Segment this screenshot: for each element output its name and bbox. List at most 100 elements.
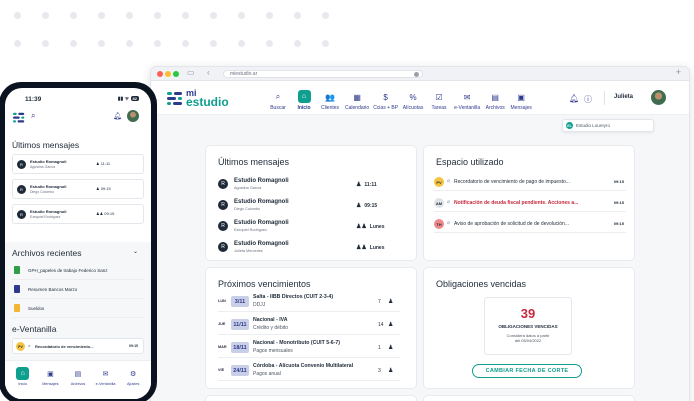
message-contact: Ezequiel Rodriguez: [234, 228, 267, 232]
file-name: Resumen Bancos Marzo: [28, 287, 78, 292]
nav-item-label: e-Ventanilla: [454, 105, 481, 111]
nav-item-label: Alícuotas: [402, 105, 424, 111]
message-avatar: R: [218, 200, 228, 210]
home-icon: ⌂: [297, 90, 311, 103]
vencimiento-row[interactable]: JUE 11/11 Nacional - IVA Crédito y débito 14…: [218, 315, 400, 335]
proximos-vencimientos-card: Próximos vencimientos LUN 3/11 Salta - IIB…: [205, 267, 417, 389]
notification-badge: PV: [434, 177, 444, 187]
vencimiento-day: VIE: [218, 368, 225, 372]
phone-message-card[interactable]: R Estudio Romagnoli Agustina García ♟ 11:11: [12, 154, 144, 174]
vencimiento-title: Nacional - Monotributo (CUIT 5-6-7): [253, 340, 341, 346]
nav-item-tareas[interactable]: ☑ Tareas: [428, 85, 450, 112]
vencimiento-row[interactable]: VIE 24/11 Córdoba - Alícuota Convenio Mult…: [218, 361, 400, 381]
message-row[interactable]: R Estudio Romagnoli Agustina García ♟ 11:11: [218, 176, 400, 196]
phone-file-row[interactable]: Sueldos: [12, 300, 144, 318]
studio-name: Estudio Loureyro: [576, 123, 611, 128]
decorative-dot: [210, 12, 217, 19]
message-time: Lunes: [369, 224, 385, 230]
phone-message-card[interactable]: R Estudio Romagnoli Diego Colombo ♟ 09:15: [12, 179, 144, 199]
nav-item-archivos[interactable]: ▤ Archivos: [484, 85, 506, 112]
nav-item-al-cuotas[interactable]: % Alícuotas: [402, 85, 424, 112]
nav-item-e-ventanilla[interactable]: ✉ e-Ventanilla: [454, 85, 481, 112]
bell-icon[interactable]: 🔔︎: [113, 112, 122, 120]
phone-clock: 11:39: [25, 96, 42, 103]
message-row[interactable]: R Estudio Romagnoli Ezequiel Rodriguez ♟♟ Lu…: [218, 218, 400, 238]
nav-item-buscar[interactable]: ⌕ Buscar: [267, 85, 289, 111]
vencimiento-count: 14: [378, 322, 384, 328]
phone-message-card[interactable]: R Estudio Romagnoli Ezequiel Rodriguez ♟♟ 0…: [12, 204, 144, 224]
search-icon[interactable]: ⌕: [31, 111, 35, 121]
phone-tab-inicio[interactable]: ⌂ Inicio: [9, 367, 37, 399]
message-time: Lunes: [369, 245, 385, 251]
minimize-window-button[interactable]: [165, 71, 171, 77]
message-time: 09:15: [104, 211, 115, 216]
phone-tab-archivos[interactable]: ▤ Archivos: [64, 367, 92, 399]
vencimiento-row[interactable]: MAR 18/11 Nacional - Monotributo (CUIT 5-6…: [218, 338, 400, 358]
decorative-dot: [238, 12, 245, 19]
nav-item-label: Calendario: [345, 105, 370, 111]
help-icon[interactable]: ⓘ: [584, 94, 592, 105]
message-contact: Ezequiel Rodriguez: [30, 215, 61, 219]
obligaciones-summary: 39 OBLIGACIONES VENCIDAS Considera datos…: [484, 297, 572, 355]
paperclip-icon: ⌀: [447, 220, 451, 226]
sidebar-toggle-icon[interactable]: ▭: [187, 68, 195, 77]
phone-ventanilla-item[interactable]: PV ⌀ Recordatorio de vencimiento... 09:1…: [12, 338, 144, 354]
next-card-peek: [205, 395, 417, 401]
phone-archivos-title: Archivos recientes: [12, 248, 82, 258]
nav-item-clientes[interactable]: 👥 Clientes: [319, 85, 341, 112]
nav-item-mensajes[interactable]: ▣ Mensajes: [510, 85, 532, 112]
phone-file-row[interactable]: GPH_papeles de trabajo Federico Sanz: [12, 262, 144, 280]
message-meta: ♟♟ Lunes: [356, 223, 385, 230]
decorative-dot: [294, 40, 301, 47]
app-logo[interactable]: mi estudio: [167, 89, 229, 108]
notification-row[interactable]: TH ⌀ Aviso de aprobación de solicitud de d…: [434, 215, 626, 233]
decorative-dot: [98, 40, 105, 47]
message-meta: ♟♟ Lunes: [356, 244, 385, 251]
ventanilla-badge: PV: [16, 342, 25, 351]
vencimiento-row[interactable]: LUN 3/11 Salta - IIBB Directos (CUIT 2-3-4…: [218, 292, 400, 312]
message-row[interactable]: R Estudio Romagnoli Diego Colombo ♟ 09:15: [218, 197, 400, 217]
decorative-dot: [182, 12, 189, 19]
user-name[interactable]: Julieta: [614, 94, 633, 100]
notification-row[interactable]: AM ⌀ Notificación de deuda fiscal pendient…: [434, 194, 626, 212]
notification-text: Aviso de aprobación de solicitud de de d…: [454, 221, 569, 227]
reload-icon[interactable]: [414, 72, 419, 77]
decorative-dot: [210, 40, 217, 47]
back-arrow-icon[interactable]: ‹: [207, 68, 210, 77]
obligaciones-vencidas-title: Obligaciones vencidas: [436, 279, 527, 289]
nav-item-ccias-bp[interactable]: $ Ccias + BP: [373, 85, 398, 112]
phone-tab-mensajes[interactable]: ▣ Mensajes: [37, 367, 65, 399]
vencimiento-sub: Crédito y débito: [253, 325, 289, 331]
message-sender: Estudio Romagnoli: [234, 220, 289, 226]
phone-tab-label: Inicio: [18, 382, 28, 386]
phone-tab-bar: ⌂ Inicio ▣ Mensajes ▤ Archivos ✉ e-Ventanilla ⚙ A…: [5, 360, 151, 399]
vencimiento-count: 3: [378, 368, 381, 374]
notification-row[interactable]: PV ⌀ Recordatorio de vencimiento de pago d…: [434, 173, 626, 191]
logo-mark-icon[interactable]: [13, 112, 25, 123]
user-avatar[interactable]: [127, 110, 139, 122]
phone-file-row[interactable]: Resumen Bancos Marzo: [12, 281, 144, 299]
vencimiento-count: 7: [378, 299, 381, 305]
message-contact: Diego Colombo: [234, 207, 261, 211]
nav-item-inicio[interactable]: ⌂ Inicio: [293, 85, 315, 111]
bell-icon[interactable]: 🔔︎: [569, 94, 579, 103]
nav-item-calendario[interactable]: ▦ Calendario: [345, 85, 370, 112]
phone-header: ⌕ 🔔︎: [5, 108, 151, 128]
maximize-window-button[interactable]: [173, 71, 179, 77]
decorative-dot: [322, 40, 329, 47]
message-sender: Estudio Romagnoli: [234, 178, 289, 184]
new-tab-icon[interactable]: +: [676, 67, 681, 77]
close-window-button[interactable]: [157, 71, 163, 77]
obligaciones-subtext: Considera datos a partir del 05/04/2022: [506, 333, 550, 343]
user-avatar[interactable]: [651, 90, 666, 105]
message-row[interactable]: R Estudio Romagnoli Julieta Mercedes ♟♟ Lune…: [218, 239, 400, 259]
chevron-down-icon[interactable]: ⌄: [133, 248, 138, 255]
money-icon: $: [383, 92, 388, 102]
studio-popover[interactable]: EL Estudio Loureyro: [562, 119, 654, 132]
phone-tab-label: Mensajes: [42, 382, 59, 386]
marketing-composite: ▭ ‹ miestudio.ar + mi estudio ⌕ Buscar ⌂…: [0, 0, 694, 401]
phone-tab-ajustes[interactable]: ⚙ Ajustes: [119, 367, 147, 399]
phone-tab-e-ventanilla[interactable]: ✉ e-Ventanilla: [92, 367, 120, 399]
cambiar-fecha-corte-button[interactable]: CAMBIAR FECHA DE CORTE: [472, 364, 582, 378]
address-bar[interactable]: miestudio.ar: [223, 70, 423, 78]
